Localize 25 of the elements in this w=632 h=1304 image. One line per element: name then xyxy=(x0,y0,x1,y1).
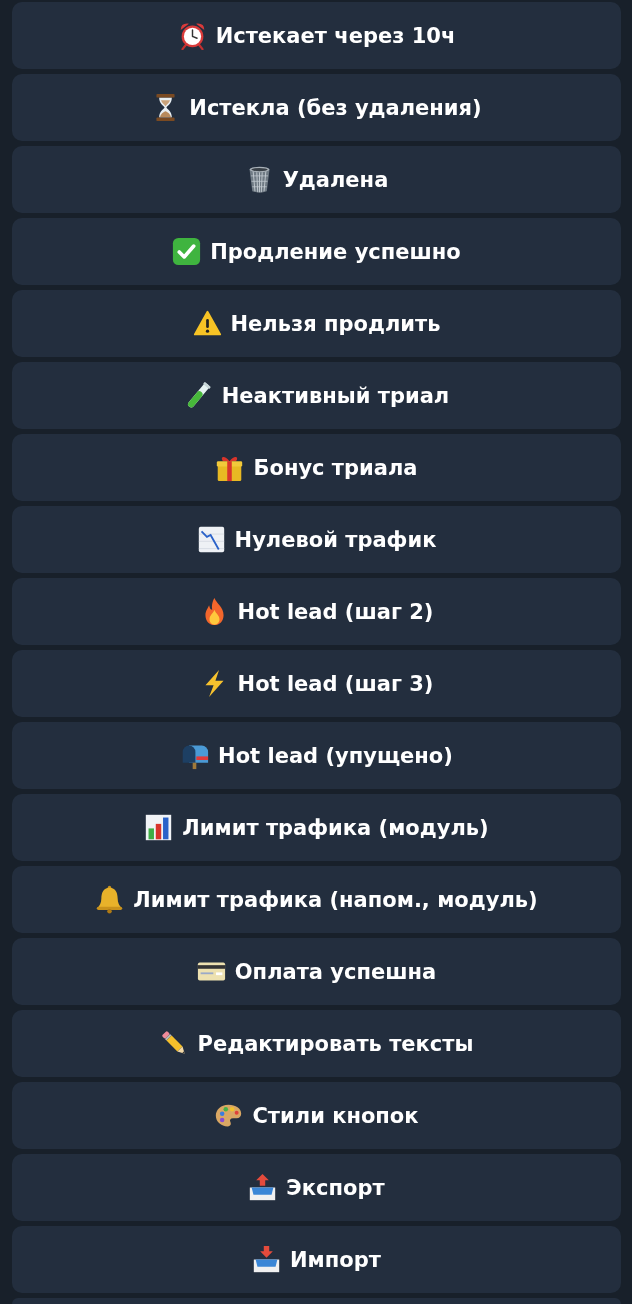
keyboard-button[interactable]: Неактивный триал xyxy=(12,362,621,429)
keyboard-button[interactable]: Стили кнопок xyxy=(12,1082,621,1149)
keyboard-button[interactable]: Импорт xyxy=(12,1226,621,1293)
bell-icon xyxy=(95,885,125,914)
inbox-tray-icon xyxy=(252,1245,282,1274)
keyboard-button[interactable]: Истекает через 10ч xyxy=(12,2,621,69)
keyboard-button[interactable]: Нельзя продлить xyxy=(12,290,621,357)
keyboard-button[interactable]: Hot lead (упущено) xyxy=(12,722,621,789)
keyboard-button[interactable]: Продление успешно xyxy=(12,218,621,285)
keyboard-button[interactable]: Истекла (без удаления) xyxy=(12,74,621,141)
keyboard-button[interactable]: Редактировать тексты xyxy=(12,1010,621,1077)
keyboard-button[interactable]: Бонус триала xyxy=(12,434,621,501)
keyboard-button[interactable]: Удалена xyxy=(12,146,621,213)
falling-chart-icon xyxy=(196,525,226,554)
outbox-tray-icon xyxy=(248,1173,278,1202)
warning-icon xyxy=(192,309,222,338)
keyboard-button[interactable]: Hot lead (шаг 2) xyxy=(12,578,621,645)
keyboard-button[interactable]: Экспорт xyxy=(12,1154,621,1221)
keyboard-button[interactable]: Hot lead (шаг 3) xyxy=(12,650,621,717)
bar-chart-icon xyxy=(144,813,174,842)
keyboard-button[interactable]: Нулевой трафик xyxy=(12,506,621,573)
keyboard-button[interactable]: Оплата успешна xyxy=(12,938,621,1005)
check-mark-icon xyxy=(172,237,202,266)
keyboard-button[interactable]: Лимит трафика (напом., модуль) xyxy=(12,866,621,933)
keyboard-button[interactable]: Лимит трафика (модуль) xyxy=(12,794,621,861)
